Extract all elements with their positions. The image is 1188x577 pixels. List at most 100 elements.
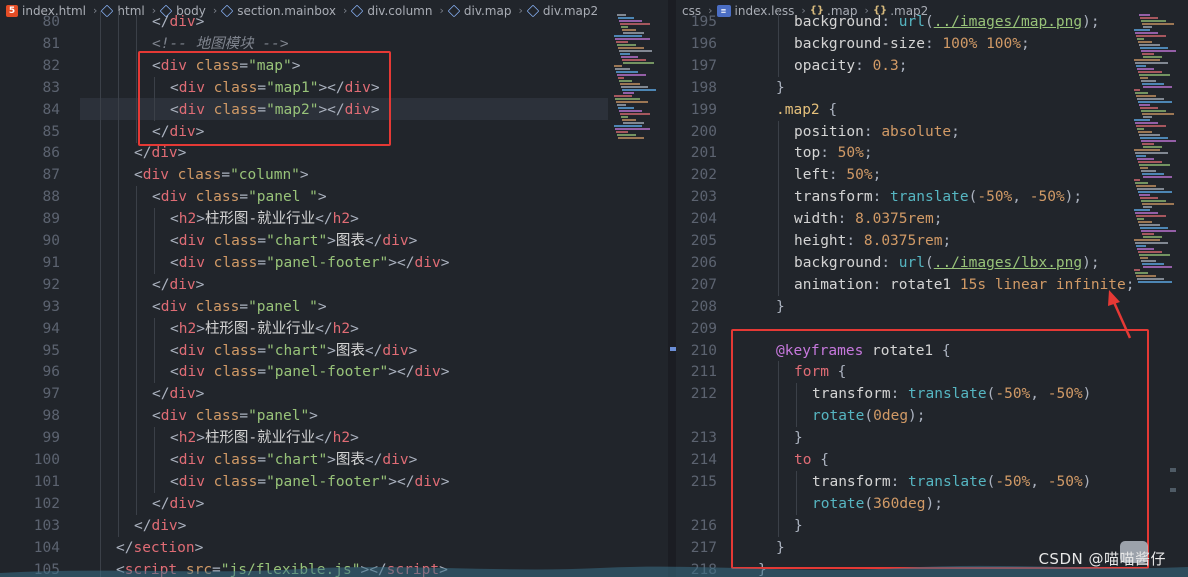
code-line[interactable]: 87 <div class="column"> bbox=[0, 164, 668, 187]
code-area-left[interactable]: 80 </div> 81 <!-- 地图模块 --> 82 <div class="map… bbox=[0, 11, 668, 577]
minimap-right[interactable] bbox=[1134, 14, 1180, 304]
code-line[interactable]: 209 bbox=[676, 318, 1188, 340]
code-line[interactable]: 196 background-size: 100% 100%; bbox=[676, 32, 1188, 55]
code-line[interactable]: 83 <div class="map1"></div> bbox=[0, 76, 668, 99]
code-line[interactable]: 98 <div class="panel"> bbox=[0, 405, 668, 428]
minimap-left[interactable] bbox=[614, 14, 660, 164]
code-text: <div class="map"> bbox=[152, 57, 301, 74]
code-line[interactable]: 100 <div class="chart">图表</div> bbox=[0, 449, 668, 471]
minimap-line bbox=[1136, 155, 1146, 157]
code-line[interactable]: 85 </div> bbox=[0, 120, 668, 143]
minimap-line bbox=[1142, 23, 1174, 25]
indent-guide bbox=[100, 427, 101, 450]
line-number: 95 bbox=[42, 342, 60, 359]
code-area-right[interactable]: 195 background: url(../images/map.png); 19… bbox=[676, 11, 1188, 577]
minimap-line bbox=[614, 35, 642, 37]
code-line[interactable]: 97 </div> bbox=[0, 383, 668, 406]
code-line[interactable]: 202 left: 50%; bbox=[676, 164, 1188, 187]
code-line[interactable]: 103 </div> bbox=[0, 514, 668, 537]
code-line[interactable]: 201 top: 50%; bbox=[676, 142, 1188, 165]
code-line[interactable]: 101 <div class="panel-footer"></div> bbox=[0, 470, 668, 493]
indent-guide bbox=[778, 186, 779, 209]
minimap-line bbox=[1139, 134, 1160, 136]
indent-guide bbox=[118, 76, 119, 99]
code-line[interactable]: 93 <div class="panel "> bbox=[0, 295, 668, 318]
code-line[interactable]: 211 form { bbox=[676, 361, 1188, 384]
indent-guide bbox=[778, 514, 779, 537]
minimap-line bbox=[1139, 14, 1150, 16]
code-line[interactable]: 214 to { bbox=[676, 449, 1188, 471]
code-line[interactable]: 199 .map2 { bbox=[676, 99, 1188, 121]
minimap-line bbox=[1143, 206, 1152, 208]
line-number: 206 bbox=[690, 254, 717, 271]
minimap-line bbox=[621, 86, 648, 88]
code-line[interactable]: 96 <div class="panel-footer"></div> bbox=[0, 361, 668, 384]
indent-guide bbox=[778, 120, 779, 143]
code-line[interactable]: 94 <h2>柱形图-就业行业</h2> bbox=[0, 317, 668, 340]
code-line[interactable]: 80 </div> bbox=[0, 11, 668, 33]
minimap-line bbox=[1134, 29, 1150, 31]
minimap-line bbox=[1143, 56, 1162, 58]
code-text: <h2>柱形图-就业行业</h2> bbox=[170, 430, 359, 447]
code-line[interactable]: 206 background: url(../images/lbx.png); bbox=[676, 251, 1188, 274]
code-line[interactable]: 91 <div class="panel-footer"></div> bbox=[0, 251, 668, 274]
code-line[interactable]: 82 <div class="map"> bbox=[0, 54, 668, 77]
code-line[interactable]: 92 </div> bbox=[0, 273, 668, 296]
code-line[interactable]: 84 <div class="map2"></div> bbox=[0, 98, 668, 121]
indent-guide bbox=[136, 449, 137, 471]
code-line[interactable]: 210 @keyframes rotate1 { bbox=[676, 340, 1188, 362]
line-number: 98 bbox=[42, 408, 60, 425]
code-line[interactable]: 203 transform: translate(-50%, -50%); bbox=[676, 186, 1188, 209]
code-line[interactable]: 81 <!-- 地图模块 --> bbox=[0, 32, 668, 55]
minimap-line bbox=[1138, 131, 1152, 133]
code-text: <div class="panel-footer"></div> bbox=[170, 473, 450, 490]
minimap-line bbox=[1142, 113, 1174, 115]
code-line[interactable]: 90 <div class="chart">图表</div> bbox=[0, 230, 668, 252]
code-line[interactable]: 204 width: 8.0375rem; bbox=[676, 208, 1188, 231]
code-line[interactable]: 102 </div> bbox=[0, 492, 668, 515]
code-text: </div> bbox=[152, 386, 205, 403]
minimap-line bbox=[1142, 263, 1164, 265]
line-number: 84 bbox=[42, 101, 60, 118]
code-line[interactable]: 207 animation: rotate1 15s linear infinit… bbox=[676, 273, 1188, 296]
code-line[interactable]: 86 </div> bbox=[0, 142, 668, 165]
code-line[interactable]: 88 <div class="panel "> bbox=[0, 186, 668, 209]
line-number: 97 bbox=[42, 386, 60, 403]
code-line[interactable]: 198} bbox=[676, 77, 1188, 99]
indent-guide bbox=[118, 470, 119, 493]
indent-guide bbox=[796, 470, 797, 493]
code-line[interactable]: 95 <div class="chart">图表</div> bbox=[0, 339, 668, 362]
code-line[interactable]: 215 transform: translate(-50%, -50%) bbox=[676, 470, 1188, 493]
minimap-line bbox=[1140, 107, 1158, 109]
indent-guide bbox=[118, 98, 119, 121]
minimap-line bbox=[1140, 137, 1168, 139]
indent-guide bbox=[778, 11, 779, 33]
line-number: 204 bbox=[690, 211, 717, 228]
minimap-line bbox=[615, 38, 650, 40]
code-line[interactable]: 212 transform: translate(-50%, -50%) bbox=[676, 383, 1188, 406]
code-line[interactable]: 216} bbox=[676, 514, 1188, 537]
code-line[interactable]: rotate(0deg); bbox=[676, 405, 1188, 428]
code-text: <div class="panel "> bbox=[152, 189, 327, 206]
line-number: 201 bbox=[690, 145, 717, 162]
code-line[interactable]: 205 height: 8.0375rem; bbox=[676, 230, 1188, 252]
code-line[interactable]: 197 opacity: 0.3; bbox=[676, 54, 1188, 77]
code-text: <div class="chart">图表</div> bbox=[170, 452, 418, 468]
minimap-line bbox=[620, 53, 630, 55]
minimap-line bbox=[1135, 212, 1158, 214]
code-line[interactable]: 195 background: url(../images/map.png); bbox=[676, 11, 1188, 33]
left-editor-pane[interactable]: 5 index.html › html › body › section.mainbox › di… bbox=[0, 0, 668, 577]
code-line[interactable]: rotate(360deg); bbox=[676, 492, 1188, 515]
code-line[interactable]: 104 </section> bbox=[0, 536, 668, 559]
code-line[interactable]: 200 position: absolute; bbox=[676, 120, 1188, 143]
code-line[interactable]: 213} bbox=[676, 427, 1188, 450]
code-line[interactable]: 99 <h2>柱形图-就业行业</h2> bbox=[0, 427, 668, 450]
line-number: 85 bbox=[42, 123, 60, 140]
indent-guide bbox=[136, 230, 137, 252]
code-line[interactable]: 89 <h2>柱形图-就业行业</h2> bbox=[0, 208, 668, 231]
editor-splitter[interactable] bbox=[668, 0, 676, 577]
right-editor-pane[interactable]: css › ≡ index.less ›{} .map ›{} .map2 195 backgr… bbox=[676, 0, 1188, 577]
indent-guide bbox=[118, 273, 119, 296]
indent-guide bbox=[118, 120, 119, 143]
code-line[interactable]: 208} bbox=[676, 296, 1188, 318]
